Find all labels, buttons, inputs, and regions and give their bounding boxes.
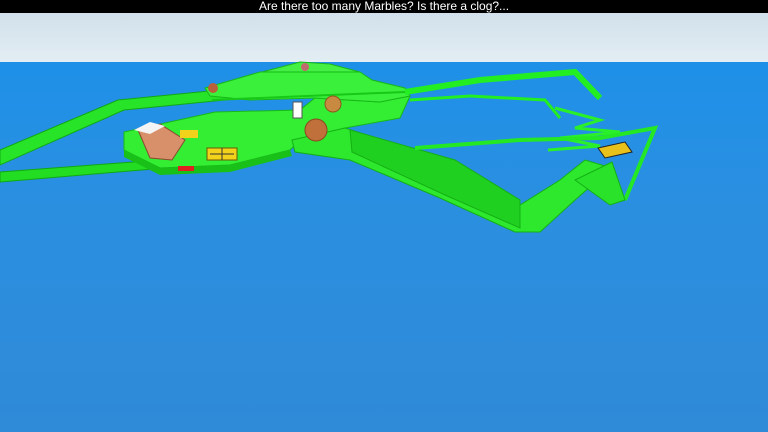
message-bar: Are there too many Marbles? Is there a c… xyxy=(0,0,768,13)
upper-right-rail-inner xyxy=(409,94,562,119)
message-text: Are there too many Marbles? Is there a c… xyxy=(258,0,510,13)
striped-pad xyxy=(597,141,633,159)
upper-right-rail xyxy=(404,68,603,101)
marble-large xyxy=(304,118,328,142)
top-deck xyxy=(261,61,361,73)
marble-medium xyxy=(324,95,342,113)
red-button xyxy=(178,166,194,171)
marble-track-scene xyxy=(0,61,659,233)
upper-platform xyxy=(204,71,411,103)
player-avatar xyxy=(292,101,303,119)
marble-top xyxy=(301,63,309,71)
game-viewport[interactable]: Are there too many Marbles? Is there a c… xyxy=(0,0,768,432)
yellow-pad-2 xyxy=(180,130,198,138)
marble-small xyxy=(208,83,218,93)
